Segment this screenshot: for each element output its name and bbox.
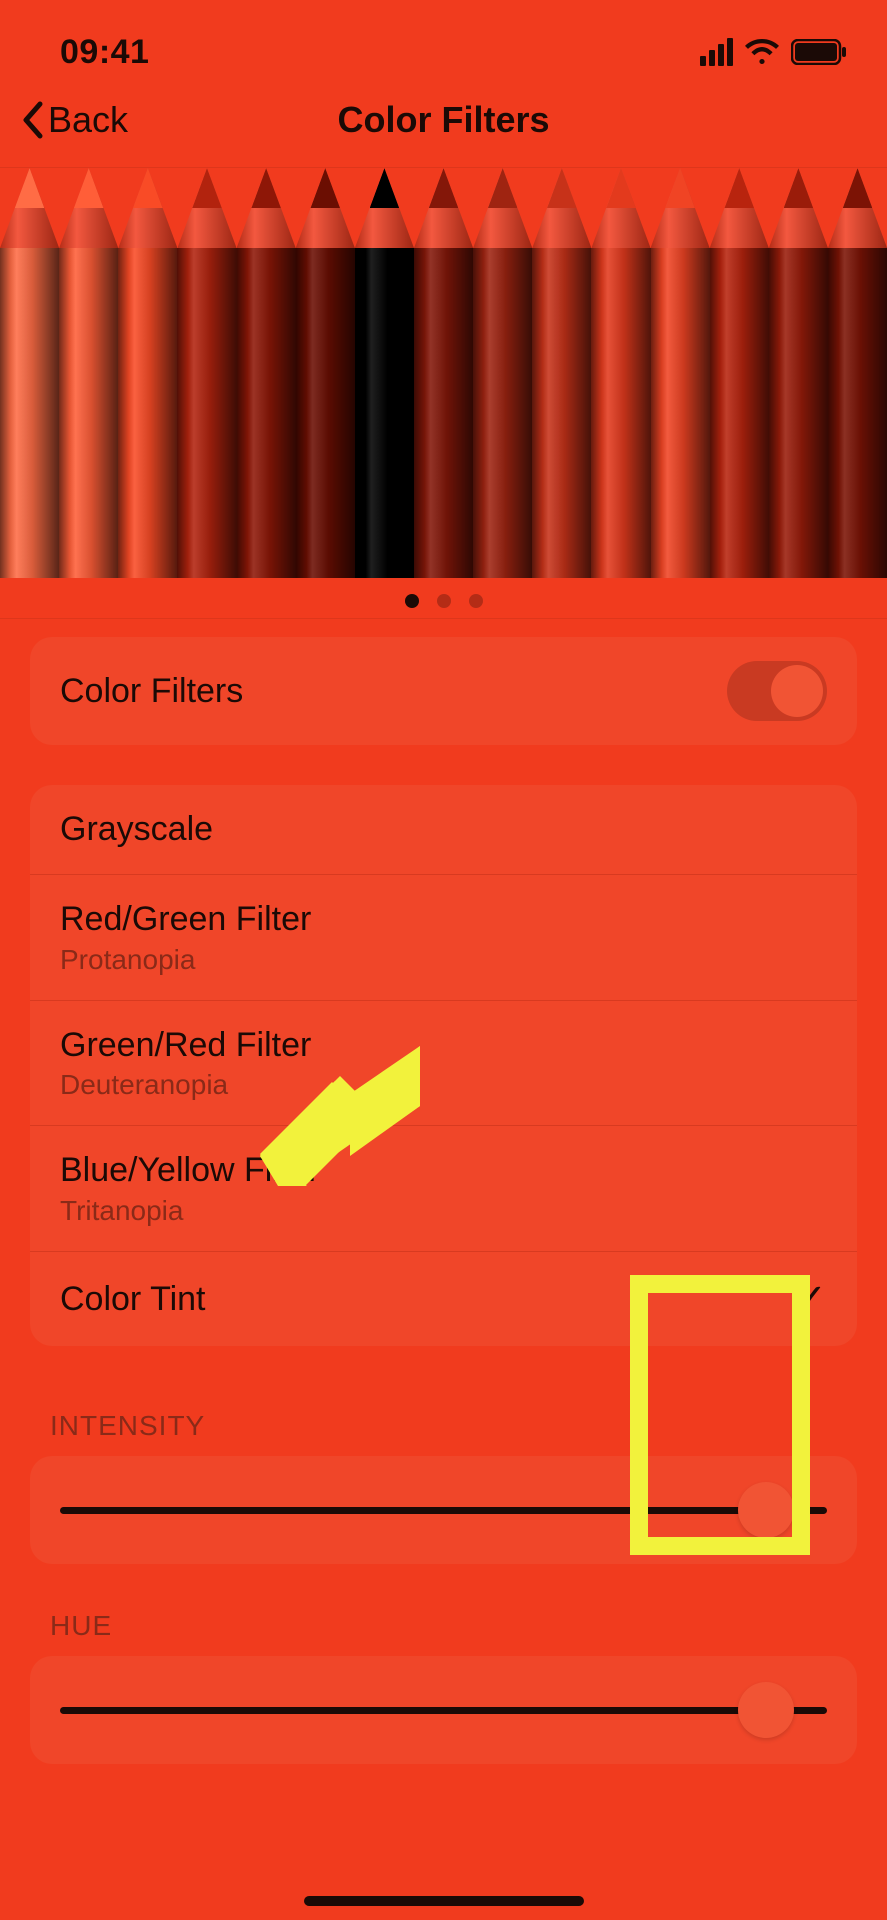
intensity-header: INTENSITY bbox=[0, 1364, 887, 1456]
filter-label: Grayscale bbox=[60, 809, 213, 850]
filter-row-blue-yellow-filter[interactable]: Blue/Yellow Filter Tritanopia bbox=[30, 1125, 857, 1251]
status-icons bbox=[700, 38, 847, 66]
toggle-label: Color Filters bbox=[60, 671, 243, 712]
pencil bbox=[828, 168, 887, 578]
status-time: 09:41 bbox=[60, 33, 149, 72]
pencil bbox=[0, 168, 59, 578]
pencil bbox=[59, 168, 118, 578]
pencil bbox=[414, 168, 473, 578]
slider-thumb[interactable] bbox=[738, 1682, 794, 1738]
status-bar: 09:41 bbox=[0, 0, 887, 88]
filter-label: Color Tint bbox=[60, 1279, 206, 1320]
page-dot[interactable] bbox=[405, 594, 419, 608]
wifi-icon bbox=[745, 39, 779, 65]
filter-row-grayscale[interactable]: Grayscale bbox=[30, 785, 857, 874]
color-filters-toggle-row[interactable]: Color Filters bbox=[30, 637, 857, 745]
slider-track bbox=[60, 1707, 827, 1714]
checkmark-icon: ✓ bbox=[793, 1276, 827, 1322]
pencil bbox=[591, 168, 650, 578]
intensity-slider[interactable] bbox=[60, 1488, 827, 1532]
home-indicator[interactable] bbox=[304, 1896, 584, 1906]
page-dot[interactable] bbox=[437, 594, 451, 608]
pencil bbox=[710, 168, 769, 578]
filter-sublabel: Tritanopia bbox=[60, 1195, 320, 1227]
pencil bbox=[237, 168, 296, 578]
intensity-slider-card bbox=[30, 1456, 857, 1564]
pencil bbox=[118, 168, 177, 578]
filters-list: Grayscale Red/Green Filter Protanopia Green… bbox=[30, 785, 857, 1346]
filter-sublabel: Deuteranopia bbox=[60, 1069, 311, 1101]
hue-slider-card bbox=[30, 1656, 857, 1764]
page-title: Color Filters bbox=[0, 99, 887, 141]
filter-row-color-tint[interactable]: Color Tint ✓ bbox=[30, 1251, 857, 1346]
filter-row-green-red-filter[interactable]: Green/Red FilterDeuteranopia bbox=[30, 1000, 857, 1126]
nav-bar: Back Color Filters bbox=[0, 88, 887, 168]
filter-sublabel: Protanopia bbox=[60, 944, 311, 976]
pencil bbox=[651, 168, 710, 578]
color-filters-toggle[interactable] bbox=[727, 661, 827, 721]
cellular-icon bbox=[700, 38, 733, 66]
filter-label: Red/Green Filter bbox=[60, 899, 311, 940]
color-preview[interactable] bbox=[0, 168, 887, 578]
page-dots[interactable] bbox=[0, 578, 887, 619]
hue-slider[interactable] bbox=[60, 1688, 827, 1732]
pencil bbox=[355, 168, 414, 578]
filter-row-red-green-filter[interactable]: Red/Green Filter Protanopia bbox=[30, 874, 857, 1000]
toggle-card: Color Filters bbox=[30, 637, 857, 745]
pencil bbox=[296, 168, 355, 578]
pencil bbox=[473, 168, 532, 578]
page-dot[interactable] bbox=[469, 594, 483, 608]
hue-header: HUE bbox=[0, 1564, 887, 1656]
battery-icon bbox=[791, 39, 847, 65]
pencil bbox=[177, 168, 236, 578]
slider-thumb[interactable] bbox=[738, 1482, 794, 1538]
slider-track bbox=[60, 1507, 827, 1514]
filter-label: Green/Red Filter bbox=[60, 1025, 311, 1066]
pencil bbox=[769, 168, 828, 578]
filter-label: Blue/Yellow Filter bbox=[60, 1150, 320, 1191]
pencil bbox=[532, 168, 591, 578]
